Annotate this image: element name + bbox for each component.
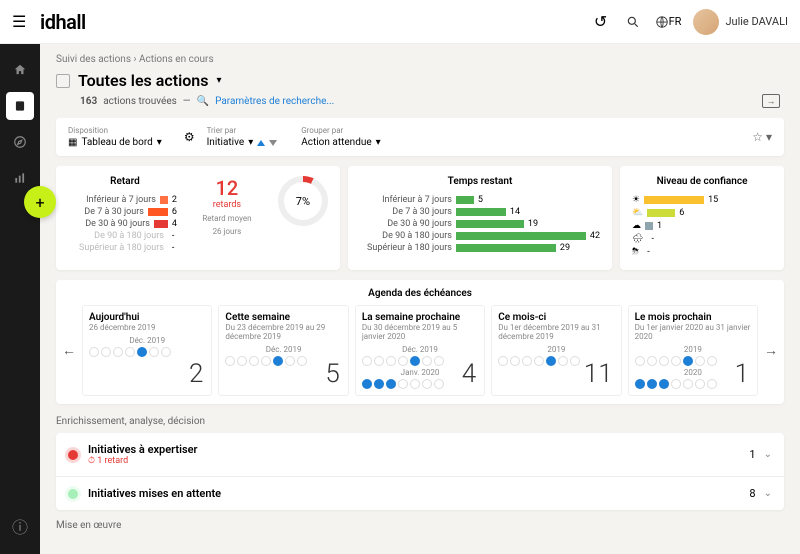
chevron-down-icon[interactable]: ⌄ <box>764 488 772 499</box>
menu-icon[interactable]: ☰ <box>12 12 32 31</box>
result-label: actions trouvées <box>103 96 177 107</box>
nav-info-icon[interactable]: ⓘ <box>6 512 34 540</box>
language-code: FR <box>669 15 682 28</box>
accordion-row[interactable]: Initiatives à expertiser⏱ 1 retard 1⌄ <box>56 433 784 477</box>
nav-explore-icon[interactable] <box>6 128 34 156</box>
nav-stats-icon[interactable] <box>6 164 34 192</box>
title-row: Toutes les actions ▾ <box>56 71 784 90</box>
delay-row: De 90 à 180 jours- <box>68 231 182 241</box>
delay-row: De 7 à 30 jours6 <box>68 207 182 217</box>
sort-label: Trier par <box>207 126 278 135</box>
layout-select[interactable]: ▦ Tableau de bord ▾ <box>68 137 162 148</box>
time-title: Temps restant <box>360 176 600 187</box>
select-all-checkbox[interactable] <box>56 74 70 88</box>
delay-total-label: retards <box>182 200 272 210</box>
breadcrumb-current: Actions en cours <box>139 54 214 65</box>
time-row: Inférieur à 7 jours5 <box>360 195 600 205</box>
gear-icon[interactable]: ⚙ <box>184 130 195 144</box>
time-row: De 30 à 90 jours19 <box>360 219 600 229</box>
search-params-link[interactable]: Paramètres de recherche... <box>215 96 334 107</box>
history-icon[interactable]: ↺ <box>587 8 615 36</box>
confidence-row: ⛅6 <box>632 208 772 218</box>
confidence-card: Niveau de confiance ☀15 ⛅6 ☁1 🌧- ⛈- <box>620 166 784 270</box>
agenda-column[interactable]: Cette semaineDu 23 décembre 2019 au 29 d… <box>218 305 348 396</box>
delay-row: Supérieur à 180 jours- <box>68 243 182 253</box>
time-row: De 7 à 30 jours14 <box>360 207 600 217</box>
nav-home-icon[interactable] <box>6 56 34 84</box>
time-remaining-card: Temps restant Inférieur à 7 jours5 De 7 à… <box>348 166 612 270</box>
delay-pct: 7% <box>284 182 322 220</box>
avatar[interactable] <box>693 9 719 35</box>
sidebar: ⓘ <box>0 44 40 554</box>
agenda-column[interactable]: Le mois prochainDu 1er janvier 2020 au 3… <box>628 305 758 396</box>
delay-avg-label: Retard moyen <box>182 214 272 223</box>
section-impl: Mise en œuvre <box>56 520 784 531</box>
confidence-row: ☁1 <box>632 221 772 231</box>
page-title: Toutes les actions <box>78 71 208 90</box>
add-button[interactable]: + <box>24 186 56 218</box>
logo: idhall <box>40 10 86 34</box>
sort-desc-icon[interactable] <box>269 140 277 146</box>
confidence-row: ☀15 <box>632 195 772 205</box>
main-content: Suivi des actions › Actions en cours Tou… <box>40 44 800 554</box>
search-icon[interactable] <box>619 8 647 36</box>
sort-select[interactable]: Initiative ▾ <box>207 137 278 148</box>
favorite-icon[interactable]: ☆ ▾ <box>752 130 772 144</box>
export-icon[interactable] <box>762 94 780 108</box>
nav-actions-icon[interactable] <box>6 92 34 120</box>
filter-bar: Disposition ▦ Tableau de bord ▾ ⚙ Trier … <box>56 118 784 156</box>
confidence-row: 🌧- <box>632 234 772 244</box>
app-header: ☰ idhall ↺ FR Julie DAVALI <box>0 0 800 44</box>
delay-avg-value: 26 jours <box>182 227 272 236</box>
agenda-column[interactable]: Aujourd'hui26 décembre 2019Déc. 20192 <box>82 305 212 396</box>
agenda-title: Agenda des échéances <box>64 288 776 299</box>
sort-asc-icon[interactable] <box>257 140 265 146</box>
username: Julie DAVALI <box>725 15 788 28</box>
agenda-card: Agenda des échéances ← → Aujourd'hui26 d… <box>56 280 784 404</box>
section-enrich: Enrichissement, analyse, décision <box>56 416 784 427</box>
accordion-row[interactable]: Initiatives mises en attente 8⌄ <box>56 477 784 510</box>
result-count: 163 <box>80 96 97 107</box>
delay-card: Retard Inférieur à 7 jours2 De 7 à 30 jou… <box>56 166 340 270</box>
time-row: De 90 à 180 jours42 <box>360 231 600 241</box>
delay-row: Inférieur à 7 jours2 <box>68 195 182 205</box>
delay-total: 12 <box>182 176 272 200</box>
breadcrumb: Suivi des actions › Actions en cours <box>56 54 784 65</box>
time-row: Supérieur à 180 jours29 <box>360 243 600 253</box>
subtitle-row: 163 actions trouvées — 🔍 Paramètres de r… <box>80 94 784 108</box>
agenda-column[interactable]: La semaine prochaineDu 30 décembre 2019 … <box>355 305 485 396</box>
delay-title: Retard <box>68 176 182 187</box>
confidence-row: ⛈- <box>632 247 772 257</box>
title-dropdown-icon[interactable]: ▾ <box>216 75 221 86</box>
group-select[interactable]: Action attendue ▾ <box>301 137 380 148</box>
agenda-prev-icon[interactable]: ← <box>62 342 76 359</box>
layout-label: Disposition <box>68 126 162 135</box>
confidence-title: Niveau de confiance <box>632 176 772 187</box>
group-label: Grouper par <box>301 126 380 135</box>
language-selector[interactable]: FR <box>655 15 682 29</box>
agenda-next-icon[interactable]: → <box>764 342 778 359</box>
agenda-column[interactable]: Ce mois-ciDu 1er décembre 2019 au 31 déc… <box>491 305 621 396</box>
delay-donut: 7% <box>278 176 328 226</box>
delay-row: De 30 à 90 jours4 <box>68 219 182 229</box>
chevron-down-icon[interactable]: ⌄ <box>764 449 772 460</box>
breadcrumb-parent[interactable]: Suivi des actions <box>56 54 131 65</box>
